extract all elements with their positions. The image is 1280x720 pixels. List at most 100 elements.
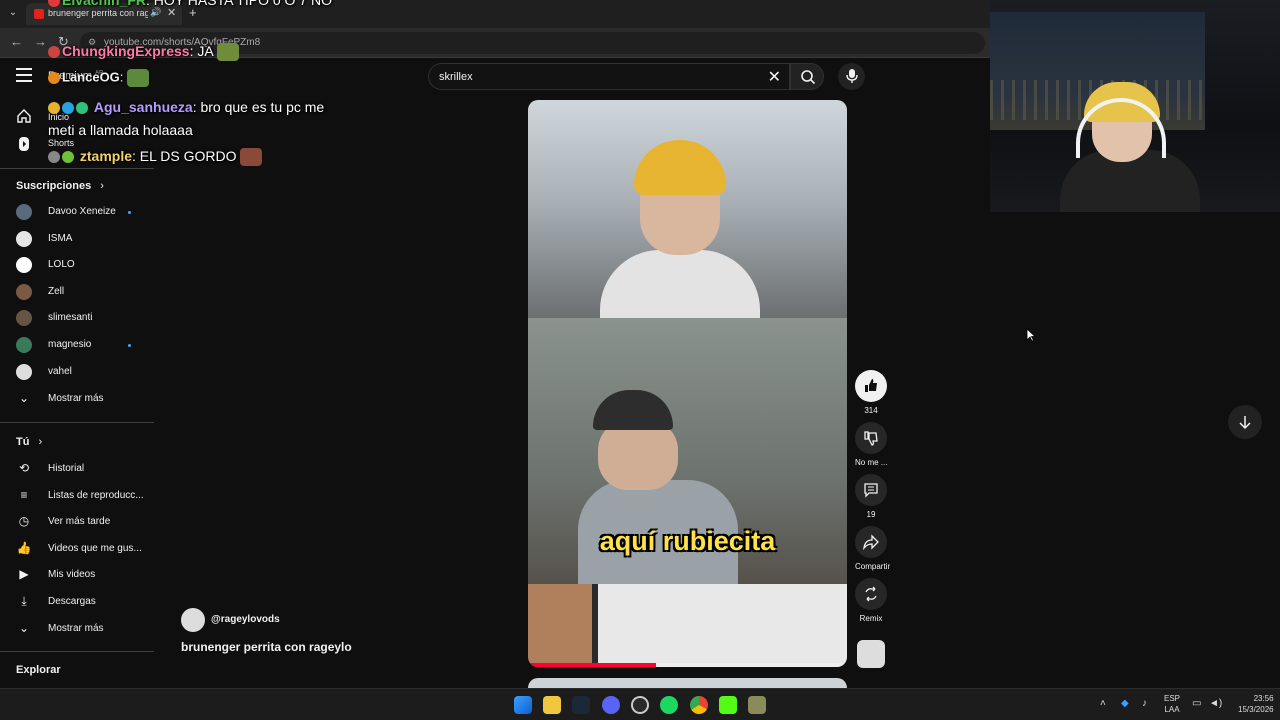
remix-icon: [865, 586, 877, 602]
tab-title: brunenger perrita con ragey: [48, 8, 148, 18]
channel-avatar[interactable]: [181, 608, 205, 632]
defender-icon[interactable]: ◆: [1121, 698, 1129, 709]
sidebar-item-subscription[interactable]: ISMA: [0, 227, 154, 251]
language-code: ESP: [1164, 694, 1181, 703]
share-icon: [863, 534, 879, 551]
sidebar-item-label: magnesio: [48, 339, 92, 350]
sidebar-item-my-videos[interactable]: ▶ Mis videos: [0, 563, 154, 587]
speaker-icon[interactable]: 🔊: [150, 7, 161, 18]
video-top-frame: [528, 100, 847, 330]
next-short-button[interactable]: [1228, 405, 1262, 439]
comment-count: 19: [866, 510, 876, 519]
sidebar-item-subscription[interactable]: Davoo Xeneize: [0, 200, 154, 224]
share-button[interactable]: Compartir: [855, 526, 890, 571]
chat-user: ztample: [79, 148, 133, 164]
divider: [0, 422, 154, 423]
tab-search-icon[interactable]: ⌄: [6, 6, 20, 20]
watch-later-icon: ◷: [18, 514, 30, 529]
sidebar-item-playlists[interactable]: ≡ Listas de reproducc...: [0, 484, 154, 508]
sub-badge-icon: [48, 46, 60, 59]
forward-icon[interactable]: →: [34, 34, 47, 49]
sidebar-item-label: Historial: [48, 463, 85, 474]
sidebar-item-subscription[interactable]: LOLO: [0, 253, 154, 277]
sidebar-item-watch-later[interactable]: ◷ Ver más tarde: [0, 510, 154, 534]
file-explorer-icon[interactable]: [543, 696, 561, 714]
you-header[interactable]: Tú ›: [16, 436, 42, 448]
emoji-badge-icon: [48, 102, 60, 115]
divider: [0, 651, 154, 652]
sidebar-item-liked[interactable]: 👍 Videos que me gus...: [0, 537, 154, 561]
comments-button[interactable]: 19: [855, 474, 887, 519]
search-value: skrillex: [439, 71, 473, 83]
obs-icon[interactable]: [631, 696, 649, 714]
downloads-icon: ⤓: [21, 594, 27, 608]
channel-avatar: [16, 257, 32, 274]
chat-user: Agu_sanhueza: [93, 99, 193, 115]
sidebar-item-subscription[interactable]: magnesio: [0, 333, 154, 357]
kick-icon[interactable]: [719, 696, 737, 714]
sidebar-item-label: Mostrar más: [48, 393, 104, 404]
search-button[interactable]: [790, 63, 824, 90]
chevron-down-icon: ⌄: [18, 621, 30, 635]
like-button[interactable]: 314: [855, 370, 887, 415]
sidebar-item-subscription[interactable]: slimesanti: [0, 306, 154, 330]
subscriptions-header[interactable]: Suscripciones ›: [16, 180, 104, 192]
clear-search-icon[interactable]: ✕: [768, 67, 781, 87]
streamer-figure: [600, 140, 760, 330]
remix-label: Remix: [859, 614, 883, 623]
sidebar-item-label: Listas de reproducc...: [48, 489, 144, 501]
sidebar-item-subscription[interactable]: vahel: [0, 360, 154, 384]
search-input[interactable]: skrillex ✕: [428, 63, 790, 90]
sidebar-item-label: Ver más tarde: [48, 516, 111, 528]
sub-badge-icon: [48, 0, 60, 8]
windows-start-icon[interactable]: [514, 696, 532, 714]
playlists-icon: ≡: [20, 487, 28, 502]
show-more-subscriptions[interactable]: ⌄ Mostrar más: [0, 387, 154, 411]
remix-button[interactable]: Remix: [855, 578, 887, 623]
home-icon: [17, 109, 31, 123]
shorts-icon: [19, 137, 29, 151]
chat-text: : bro que es tu pc me: [192, 99, 325, 115]
network-icon[interactable]: ▭: [1192, 698, 1201, 709]
menu-icon[interactable]: [16, 68, 32, 84]
sidebar-item-downloads[interactable]: ⤓ Descargas: [0, 590, 154, 614]
voice-search-button[interactable]: [838, 63, 865, 90]
audio-source-avatar[interactable]: [857, 640, 885, 668]
microphone-tray-icon[interactable]: ♪: [1142, 698, 1147, 709]
dislike-button[interactable]: No me ...: [855, 422, 887, 467]
language-indicator[interactable]: ESP LAA: [1164, 693, 1180, 715]
discord-icon[interactable]: [602, 696, 620, 714]
chevron-right-icon: ›: [100, 180, 104, 192]
youtube-favicon-icon: [34, 9, 44, 19]
new-content-dot: [128, 211, 131, 214]
sidebar-item-subscription[interactable]: Zell: [0, 280, 154, 304]
frog-emote-icon: [216, 43, 239, 62]
clock-time: 23:56: [1253, 694, 1274, 703]
chrome-icon[interactable]: [690, 696, 708, 714]
sidebar-item-label: Videos que me gus...: [48, 542, 142, 554]
channel-name[interactable]: @rageylovods: [211, 614, 280, 625]
cube-badge-icon: [62, 102, 74, 115]
channel-avatar: [16, 363, 32, 380]
video-progress-bar[interactable]: [528, 663, 847, 667]
app-icon[interactable]: [748, 696, 766, 714]
back-icon[interactable]: ←: [10, 34, 23, 49]
volume-icon[interactable]: ◄): [1209, 698, 1222, 709]
clock[interactable]: 23:56 15/3/2026: [1238, 693, 1274, 715]
chevron-up-icon[interactable]: ˄: [1100, 698, 1106, 709]
sub-badge-icon: [48, 151, 60, 164]
keyboard-layout: LAA: [1164, 705, 1180, 714]
dislike-label: No me ...: [855, 458, 888, 467]
subscriptions-title: Suscripciones: [16, 180, 92, 192]
channel-avatar: [16, 283, 32, 300]
sidebar-item-label: Mostrar más: [48, 623, 104, 634]
chevron-right-icon: ›: [38, 436, 43, 448]
short-video-player[interactable]: aquí rubiecita: [528, 100, 847, 667]
steam-icon[interactable]: [572, 696, 590, 714]
spotify-icon[interactable]: [660, 696, 678, 714]
clock-date: 15/3/2026: [1238, 705, 1274, 714]
sidebar-item-label: vahel: [48, 365, 72, 377]
sidebar-item-history[interactable]: ⟲ Historial: [0, 457, 154, 481]
liked-icon: 👍: [16, 540, 32, 555]
show-more-you[interactable]: ⌄ Mostrar más: [0, 617, 154, 641]
